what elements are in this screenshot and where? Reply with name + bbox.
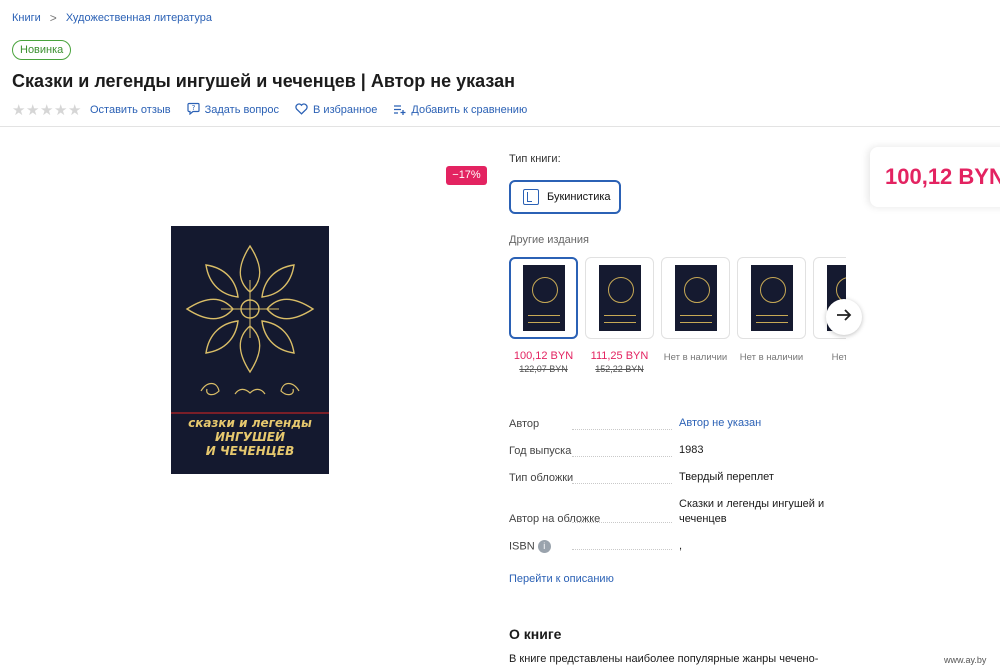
- spec-cover-type-label: Тип обложки: [509, 472, 574, 484]
- leave-review-label: Оставить отзыв: [90, 104, 171, 116]
- product-actions: ★ ★ ★ ★ ★ Оставить отзыв ? Задать вопрос…: [12, 102, 543, 118]
- edition-price: 111,25 BYN: [590, 350, 649, 362]
- edition-cover-image: [522, 265, 565, 331]
- leave-review-link[interactable]: Оставить отзыв: [90, 104, 171, 116]
- svg-text:?: ?: [191, 104, 195, 112]
- book-icon: [523, 189, 539, 205]
- other-editions-label: Другие издания: [509, 234, 589, 246]
- breadcrumb-item-fiction[interactable]: Художественная литература: [66, 12, 212, 24]
- ask-question-label: Задать вопрос: [204, 104, 280, 116]
- edition-old-price: 152,22 BYN: [595, 364, 644, 374]
- spec-isbn-label: ISBN i: [509, 540, 551, 553]
- cover-title-line: сказки и легенды: [188, 416, 312, 430]
- heart-icon: [295, 102, 308, 118]
- spec-author-label: Автор: [509, 418, 540, 430]
- cover-title-line: и чеченцев: [205, 444, 295, 458]
- edition-thumbnail[interactable]: [585, 257, 654, 339]
- new-badge: Новинка: [12, 40, 72, 60]
- spec-cover-type-value: Твердый переплет: [679, 471, 774, 483]
- add-to-favorites-label: В избранное: [313, 104, 378, 116]
- spec-year-value: 1983: [679, 444, 704, 456]
- spec-leader-dots: [572, 429, 672, 430]
- spec-leader-dots: [572, 549, 672, 550]
- book-type-value: Букинистика: [547, 191, 611, 203]
- spec-cover-author-line: чеченцев: [679, 513, 727, 525]
- star-icon[interactable]: ★: [68, 103, 82, 118]
- star-icon[interactable]: ★: [54, 103, 68, 118]
- add-to-compare-link[interactable]: Добавить к сравнению: [393, 103, 527, 118]
- cover-divider-band: [171, 412, 329, 414]
- about-book-text: В книге представлены наиболее популярные…: [509, 653, 819, 665]
- arrow-right-icon: [836, 308, 852, 327]
- compare-list-icon: [393, 103, 406, 118]
- edition-thumbnail[interactable]: [509, 257, 578, 339]
- edition-price: 100,12 BYN: [513, 350, 574, 362]
- edition-cover-image: [674, 265, 717, 331]
- page-title: Сказки и легенды ингушей и чеченцев | Ав…: [12, 71, 515, 91]
- spec-author-link[interactable]: Автор не указан: [679, 416, 761, 431]
- carousel-next-button[interactable]: [826, 299, 862, 335]
- spec-leader-dots: [572, 456, 672, 457]
- edition-item[interactable]: Нет в наличии: [661, 257, 730, 363]
- add-to-favorites-link[interactable]: В избранное: [295, 102, 378, 118]
- question-icon: ?: [187, 102, 200, 118]
- cover-title-line: ингушей: [214, 430, 286, 444]
- book-type-label: Тип книги:: [509, 153, 561, 165]
- edition-cover-image: [598, 265, 641, 331]
- edition-status: Нет в наличии: [663, 352, 728, 363]
- breadcrumb-item-books[interactable]: Книги: [12, 12, 41, 24]
- ask-question-link[interactable]: ? Задать вопрос: [187, 102, 279, 118]
- header-divider: [0, 126, 1000, 127]
- watermark: www.ay.by: [944, 655, 987, 665]
- spec-isbn-text: ISBN: [509, 540, 535, 553]
- book-cover-image[interactable]: сказки и легенды ингушей и чеченцев: [171, 226, 329, 474]
- star-icon[interactable]: ★: [12, 103, 26, 118]
- about-book-heading: О книге: [509, 626, 562, 642]
- book-type-option-antiquarian[interactable]: Букинистика: [509, 180, 621, 214]
- info-icon[interactable]: i: [537, 540, 551, 553]
- spec-cover-author-label: Автор на обложке: [509, 513, 601, 525]
- spec-leader-dots: [572, 483, 672, 484]
- rating-stars[interactable]: ★ ★ ★ ★ ★: [12, 103, 82, 118]
- edition-item[interactable]: 100,12 BYN 122,07 BYN: [509, 257, 578, 374]
- other-editions-carousel: 100,12 BYN 122,07 BYN 111,25 BYN 152,22 …: [509, 257, 846, 387]
- discount-badge: −17%: [446, 166, 487, 185]
- ornament-pattern: [185, 244, 315, 396]
- breadcrumb: Книги > Художественная литература: [12, 11, 212, 25]
- edition-cover-image: [750, 265, 793, 331]
- star-icon[interactable]: ★: [26, 103, 40, 118]
- spec-leader-dots: [572, 522, 672, 523]
- cover-title: сказки и легенды ингушей и чеченцев: [171, 416, 329, 458]
- edition-old-price: 122,07 BYN: [519, 364, 568, 374]
- go-to-description-link[interactable]: Перейти к описанию: [509, 573, 614, 585]
- current-price: 100,12 BYN: [885, 164, 1000, 189]
- edition-status: Нет в наличии: [739, 352, 804, 363]
- edition-thumbnail[interactable]: [661, 257, 730, 339]
- chevron-right-icon: >: [49, 11, 57, 25]
- spec-isbn-value: ,: [679, 540, 683, 552]
- spec-cover-author-line: Сказки и легенды ингушей и: [679, 498, 825, 510]
- spec-year-label: Год выпуска: [509, 445, 572, 457]
- spec-cover-author-value: Сказки и легенды ингушей и чеченцев: [679, 497, 824, 527]
- edition-item[interactable]: Нет в наличии: [737, 257, 806, 363]
- add-to-compare-label: Добавить к сравнению: [411, 104, 528, 116]
- edition-item[interactable]: 111,25 BYN 152,22 BYN: [585, 257, 654, 374]
- edition-status: Нет в н: [831, 352, 846, 363]
- star-icon[interactable]: ★: [40, 103, 54, 118]
- edition-thumbnail[interactable]: [737, 257, 806, 339]
